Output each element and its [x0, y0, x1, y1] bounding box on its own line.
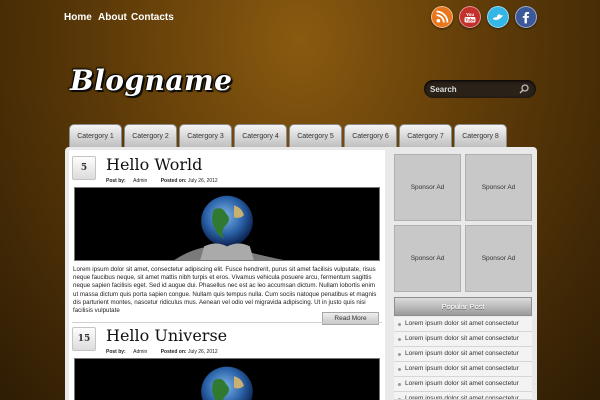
- tab-category-6[interactable]: Catergory 6: [344, 124, 397, 148]
- sponsor-ad-4[interactable]: Sponsor Ad: [465, 225, 532, 292]
- youtube-icon[interactable]: You Tube: [459, 6, 481, 28]
- post-author[interactable]: Admin: [133, 178, 147, 184]
- search-input[interactable]: [430, 82, 516, 96]
- popular-post-item[interactable]: Lorem ipsum dolor sit amet consectetur: [394, 317, 532, 332]
- nav-home[interactable]: Home: [64, 12, 92, 23]
- bullet-icon: [398, 353, 401, 356]
- search-icon[interactable]: [518, 83, 530, 95]
- post-hello-world: 5 Hello World Post by: Admin Posted on: …: [72, 155, 382, 328]
- popular-post-item[interactable]: Lorem ipsum dolor sit amet consectetur: [394, 392, 532, 400]
- post-meta: Post by: Admin Posted on: July 26, 2012: [106, 349, 220, 355]
- top-navigation: Home About Contacts You Tube: [0, 0, 600, 36]
- sponsor-ad-2[interactable]: Sponsor Ad: [465, 154, 532, 221]
- tab-category-7[interactable]: Catergory 7: [399, 124, 452, 148]
- post-title[interactable]: Hello Universe: [106, 326, 227, 345]
- post-hello-universe: 15 Hello Universe Post by: Admin Posted …: [72, 326, 382, 400]
- tab-category-4[interactable]: Catergory 4: [234, 124, 287, 148]
- post-date-badge: 5: [72, 156, 96, 180]
- facebook-icon[interactable]: [515, 6, 537, 28]
- svg-text:You: You: [466, 12, 474, 17]
- post-image-earth[interactable]: [74, 187, 380, 261]
- bullet-icon: [398, 323, 401, 326]
- post-image-earth[interactable]: [74, 358, 380, 400]
- search-box: [424, 80, 536, 98]
- site-logo[interactable]: Blogname: [70, 64, 233, 97]
- svg-text:Tube: Tube: [465, 18, 475, 23]
- post-date: July 26, 2012: [187, 349, 218, 355]
- nav-about[interactable]: About: [98, 12, 127, 23]
- post-title[interactable]: Hello World: [106, 155, 202, 174]
- post-meta: Post by: Admin Posted on: July 26, 2012: [106, 178, 220, 184]
- sponsor-ad-1[interactable]: Sponsor Ad: [394, 154, 461, 221]
- nav-contacts[interactable]: Contacts: [131, 12, 174, 23]
- post-excerpt: Lorem ipsum dolor sit amet, consectetur …: [73, 266, 377, 315]
- read-more-button[interactable]: Read More: [322, 312, 379, 325]
- bullet-icon: [398, 368, 401, 371]
- post-author[interactable]: Admin: [133, 349, 147, 355]
- tab-category-5[interactable]: Catergory 5: [289, 124, 342, 148]
- popular-post-item[interactable]: Lorem ipsum dolor sit amet consectetur: [394, 332, 532, 347]
- posted-on-label: Posted on:: [160, 349, 187, 355]
- post-by-label: Post by:: [106, 349, 126, 355]
- post-by-label: Post by:: [106, 178, 126, 184]
- post-divider: [72, 322, 382, 323]
- popular-post-heading: Popular Post: [394, 297, 532, 316]
- tab-category-1[interactable]: Catergory 1: [69, 124, 122, 148]
- twitter-icon[interactable]: [487, 6, 509, 28]
- popular-post-item[interactable]: Lorem ipsum dolor sit amet consectetur: [394, 377, 532, 392]
- tab-category-2[interactable]: Catergory 2: [124, 124, 177, 148]
- bullet-icon: [398, 383, 401, 386]
- tab-category-8[interactable]: Catergory 8: [454, 124, 507, 148]
- posted-on-label: Posted on:: [160, 178, 187, 184]
- popular-post-item[interactable]: Lorem ipsum dolor sit amet consectetur: [394, 347, 532, 362]
- sponsor-ad-3[interactable]: Sponsor Ad: [394, 225, 461, 292]
- tab-category-3[interactable]: Catergory 3: [179, 124, 232, 148]
- rss-icon[interactable]: [431, 6, 453, 28]
- popular-post-item[interactable]: Lorem ipsum dolor sit amet consectetur: [394, 362, 532, 377]
- bullet-icon: [398, 338, 401, 341]
- post-date-badge: 15: [72, 327, 96, 351]
- post-date: July 26, 2012: [187, 178, 218, 184]
